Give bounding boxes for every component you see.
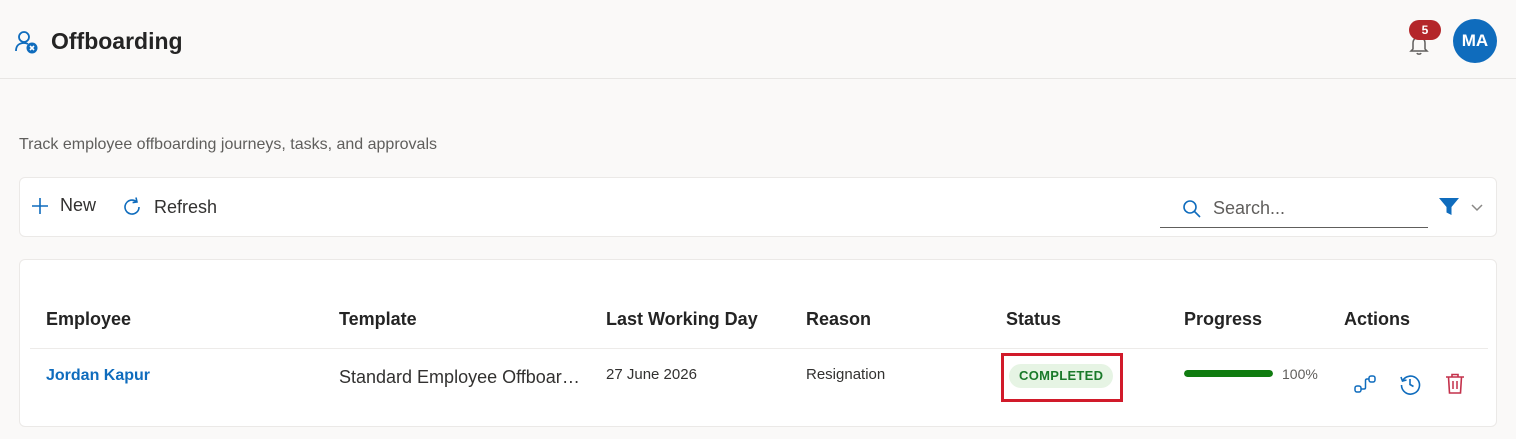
refresh-button-label: Refresh	[154, 196, 218, 217]
workflow-icon[interactable]	[1353, 372, 1377, 401]
search-input[interactable]	[1213, 198, 1413, 219]
search-box	[1160, 190, 1428, 228]
employee-link[interactable]: Jordan Kapur	[46, 367, 150, 385]
column-header-status[interactable]: Status	[1006, 309, 1061, 330]
column-header-template[interactable]: Template	[339, 309, 417, 330]
page-title: Offboarding	[51, 28, 183, 54]
offboarding-table: Employee Template Last Working Day Reaso…	[19, 259, 1497, 427]
reason-cell: Resignation	[806, 366, 886, 383]
filter-icon[interactable]	[1438, 197, 1460, 222]
progress-bar-fill	[1184, 370, 1273, 377]
column-header-reason[interactable]: Reason	[806, 309, 871, 330]
column-header-actions: Actions	[1344, 309, 1411, 329]
column-header-progress[interactable]: Progress	[1184, 309, 1262, 330]
delete-icon[interactable]	[1444, 372, 1466, 401]
column-header-last-working-day[interactable]: Last Working Day	[606, 309, 758, 330]
new-button[interactable]: New	[30, 195, 96, 216]
column-header-employee[interactable]: Employee	[46, 309, 131, 330]
refresh-button[interactable]: Refresh	[120, 195, 217, 219]
page-subtitle: Track employee offboarding journeys, tas…	[19, 136, 438, 153]
history-icon[interactable]	[1398, 372, 1422, 401]
new-button-label: New	[60, 195, 97, 215]
command-bar: New Refresh	[19, 177, 1497, 237]
last-working-day-cell: 27 June 2026	[606, 366, 697, 383]
template-cell: Standard Employee Offboarding	[339, 367, 583, 387]
avatar[interactable]: MA	[1453, 19, 1497, 63]
search-icon	[1183, 199, 1201, 218]
notifications-button[interactable]: 5	[1404, 20, 1441, 58]
person-remove-icon	[14, 29, 40, 55]
progress-label: 100%	[1282, 366, 1318, 382]
status-badge: COMPLETED	[1009, 364, 1114, 388]
notification-count-badge: 5	[1409, 20, 1441, 40]
refresh-icon	[124, 197, 140, 215]
status-highlight-box: COMPLETED	[1001, 353, 1123, 402]
chevron-down-icon[interactable]	[1470, 200, 1484, 218]
progress-bar	[1184, 370, 1273, 377]
header-divider	[30, 348, 1488, 349]
plus-icon	[32, 197, 48, 214]
app-header: Offboarding 5 MA	[0, 0, 1516, 79]
